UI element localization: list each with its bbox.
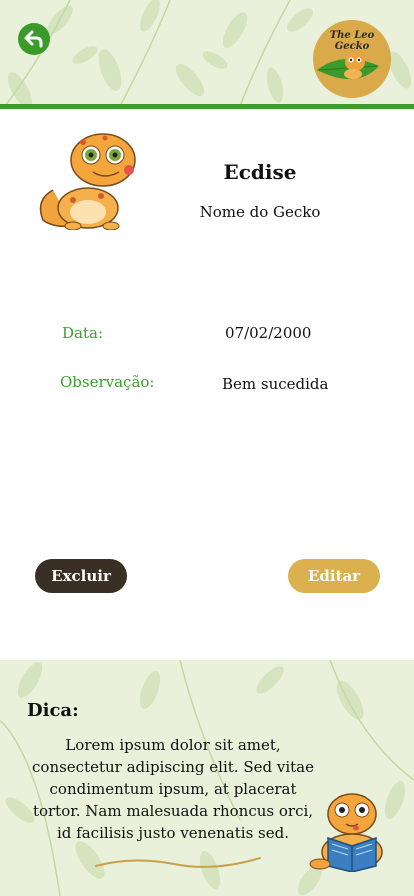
notes-value: Bem sucedida [222, 375, 329, 393]
app-logo: The Leo Gecko [313, 20, 391, 98]
gecko-leaf-icon [317, 53, 379, 80]
tip-title: Dica: [27, 700, 79, 721]
tip-text: Lorem ipsum dolor sit amet, consectetur … [32, 736, 314, 842]
gecko-reading-illustration [309, 793, 383, 872]
back-button[interactable] [18, 23, 50, 55]
gecko-name: Nome do Gecko [199, 203, 321, 221]
edit-button[interactable]: Editar [288, 559, 380, 593]
notes-label: Observação: [60, 373, 155, 391]
header: The Leo Gecko [0, 0, 414, 106]
back-arrow-icon [24, 30, 43, 48]
date-label: Data: [62, 324, 103, 342]
header-divider [0, 104, 414, 109]
delete-button[interactable]: Excluir [35, 559, 127, 593]
date-value: 07/02/2000 [225, 324, 312, 342]
gecko-illustration [39, 133, 136, 230]
decorative-underline [95, 857, 261, 868]
page-title: Ecdise [223, 160, 297, 184]
